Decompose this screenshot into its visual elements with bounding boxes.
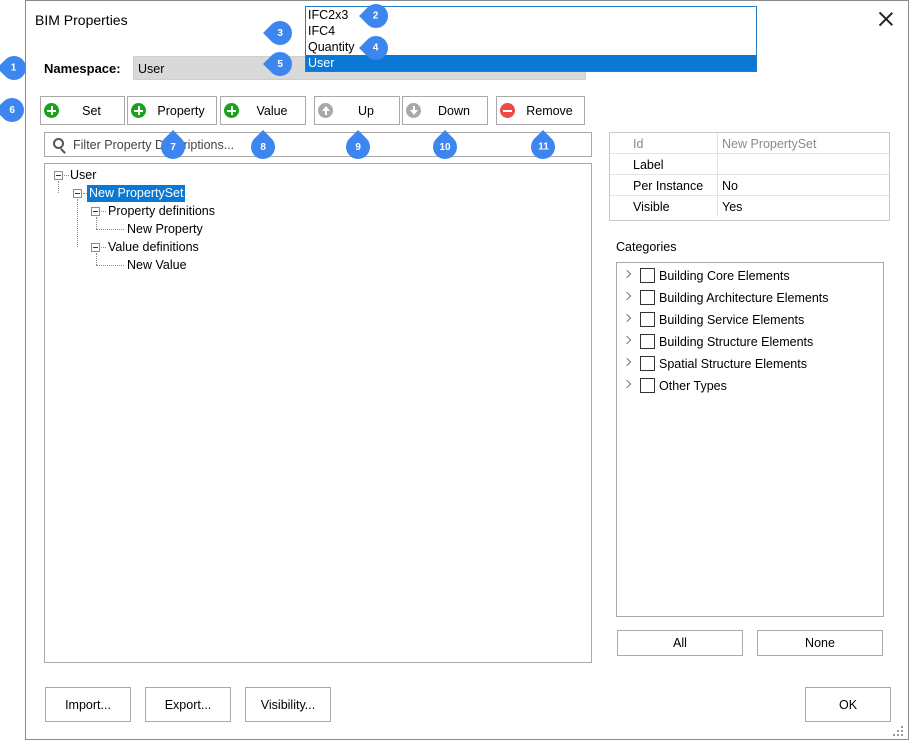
category-label: Other Types bbox=[659, 379, 727, 393]
move-down-label: Down bbox=[438, 103, 470, 118]
property-row-visible[interactable]: Visible Yes bbox=[610, 196, 889, 217]
property-key: Label bbox=[633, 158, 664, 172]
chevron-right-icon[interactable] bbox=[622, 357, 632, 367]
dialog-title: BIM Properties bbox=[35, 12, 128, 28]
property-value[interactable]: No bbox=[722, 179, 738, 193]
property-value[interactable]: Yes bbox=[722, 200, 742, 214]
add-value-label: Value bbox=[256, 103, 288, 118]
tree-node-property-definitions[interactable]: Property definitions bbox=[106, 203, 217, 220]
select-none-button[interactable]: None bbox=[757, 630, 883, 656]
property-tree: User New PropertySet Property definition… bbox=[44, 163, 592, 663]
category-checkbox[interactable] bbox=[640, 312, 655, 327]
visibility-label: Visibility... bbox=[260, 697, 316, 712]
export-label: Export... bbox=[164, 697, 212, 712]
plus-icon bbox=[131, 103, 146, 118]
filter-box bbox=[44, 132, 592, 157]
category-label: Building Structure Elements bbox=[659, 335, 814, 349]
plus-icon bbox=[44, 103, 59, 118]
category-checkbox[interactable] bbox=[640, 378, 655, 393]
import-label: Import... bbox=[65, 697, 111, 712]
add-set-label: Set bbox=[82, 103, 101, 118]
categories-label: Categories bbox=[616, 240, 677, 254]
property-value: New PropertySet bbox=[722, 137, 817, 151]
arrow-down-icon bbox=[406, 103, 421, 118]
category-label: Building Core Elements bbox=[659, 269, 790, 283]
arrow-up-icon bbox=[318, 103, 333, 118]
chevron-right-icon[interactable] bbox=[622, 313, 632, 323]
tree-node-user[interactable]: User bbox=[68, 167, 98, 184]
add-property-button[interactable]: Property bbox=[127, 96, 217, 125]
category-checkbox[interactable] bbox=[640, 290, 655, 305]
categories-list: Building Core Elements Building Architec… bbox=[616, 262, 884, 617]
collapse-icon[interactable] bbox=[91, 243, 100, 252]
tree-node-value-definitions[interactable]: Value definitions bbox=[106, 239, 201, 256]
minus-icon bbox=[500, 103, 515, 118]
resize-grip[interactable] bbox=[893, 726, 905, 738]
property-row-per-instance[interactable]: Per Instance No bbox=[610, 175, 889, 196]
tree-node-new-propertyset[interactable]: New PropertySet bbox=[87, 185, 186, 202]
category-label: Building Service Elements bbox=[659, 313, 805, 327]
move-up-button[interactable]: Up bbox=[314, 96, 400, 125]
property-row-id: Id New PropertySet bbox=[610, 133, 889, 154]
category-label: Spatial Structure Elements bbox=[659, 357, 807, 371]
namespace-label: Namespace: bbox=[44, 61, 121, 76]
chevron-right-icon[interactable] bbox=[622, 379, 632, 389]
move-up-label: Up bbox=[358, 103, 374, 118]
add-value-button[interactable]: Value bbox=[220, 96, 306, 125]
property-key: Per Instance bbox=[633, 179, 704, 193]
category-checkbox[interactable] bbox=[640, 334, 655, 349]
tree-node-new-property[interactable]: New Property bbox=[125, 221, 205, 238]
close-icon[interactable] bbox=[876, 9, 896, 29]
properties-grid: Id New PropertySet Label Per Instance No… bbox=[609, 132, 890, 221]
property-key: Id bbox=[633, 137, 644, 151]
ok-label: OK bbox=[838, 697, 858, 712]
add-property-label: Property bbox=[157, 103, 205, 118]
export-button[interactable]: Export... bbox=[145, 687, 231, 722]
plus-icon bbox=[224, 103, 239, 118]
chevron-right-icon[interactable] bbox=[622, 335, 632, 345]
add-set-button[interactable]: Set bbox=[40, 96, 125, 125]
collapse-icon[interactable] bbox=[54, 171, 63, 180]
select-all-label: All bbox=[673, 636, 687, 650]
category-label: Building Architecture Elements bbox=[659, 291, 829, 305]
category-item[interactable]: Building Core Elements bbox=[617, 265, 883, 285]
category-item[interactable]: Building Service Elements bbox=[617, 309, 883, 329]
move-down-button[interactable]: Down bbox=[402, 96, 488, 125]
select-all-button[interactable]: All bbox=[617, 630, 743, 656]
category-checkbox[interactable] bbox=[640, 268, 655, 283]
category-item[interactable]: Building Architecture Elements bbox=[617, 287, 883, 307]
remove-button[interactable]: Remove bbox=[496, 96, 585, 125]
tree-node-new-value[interactable]: New Value bbox=[125, 257, 189, 274]
visibility-button[interactable]: Visibility... bbox=[245, 687, 331, 722]
category-item[interactable]: Building Structure Elements bbox=[617, 331, 883, 351]
import-button[interactable]: Import... bbox=[45, 687, 131, 722]
collapse-icon[interactable] bbox=[73, 189, 82, 198]
remove-label: Remove bbox=[526, 103, 573, 118]
category-checkbox[interactable] bbox=[640, 356, 655, 371]
chevron-right-icon[interactable] bbox=[622, 269, 632, 279]
namespace-value: User bbox=[138, 62, 165, 76]
filter-input[interactable] bbox=[71, 135, 571, 154]
property-key: Visible bbox=[633, 200, 670, 214]
ok-button[interactable]: OK bbox=[805, 687, 891, 722]
search-icon bbox=[53, 138, 64, 149]
category-item[interactable]: Spatial Structure Elements bbox=[617, 353, 883, 373]
property-row-label[interactable]: Label bbox=[610, 154, 889, 175]
chevron-right-icon[interactable] bbox=[622, 291, 632, 301]
collapse-icon[interactable] bbox=[91, 207, 100, 216]
category-item[interactable]: Other Types bbox=[617, 375, 883, 395]
select-none-label: None bbox=[805, 636, 835, 650]
